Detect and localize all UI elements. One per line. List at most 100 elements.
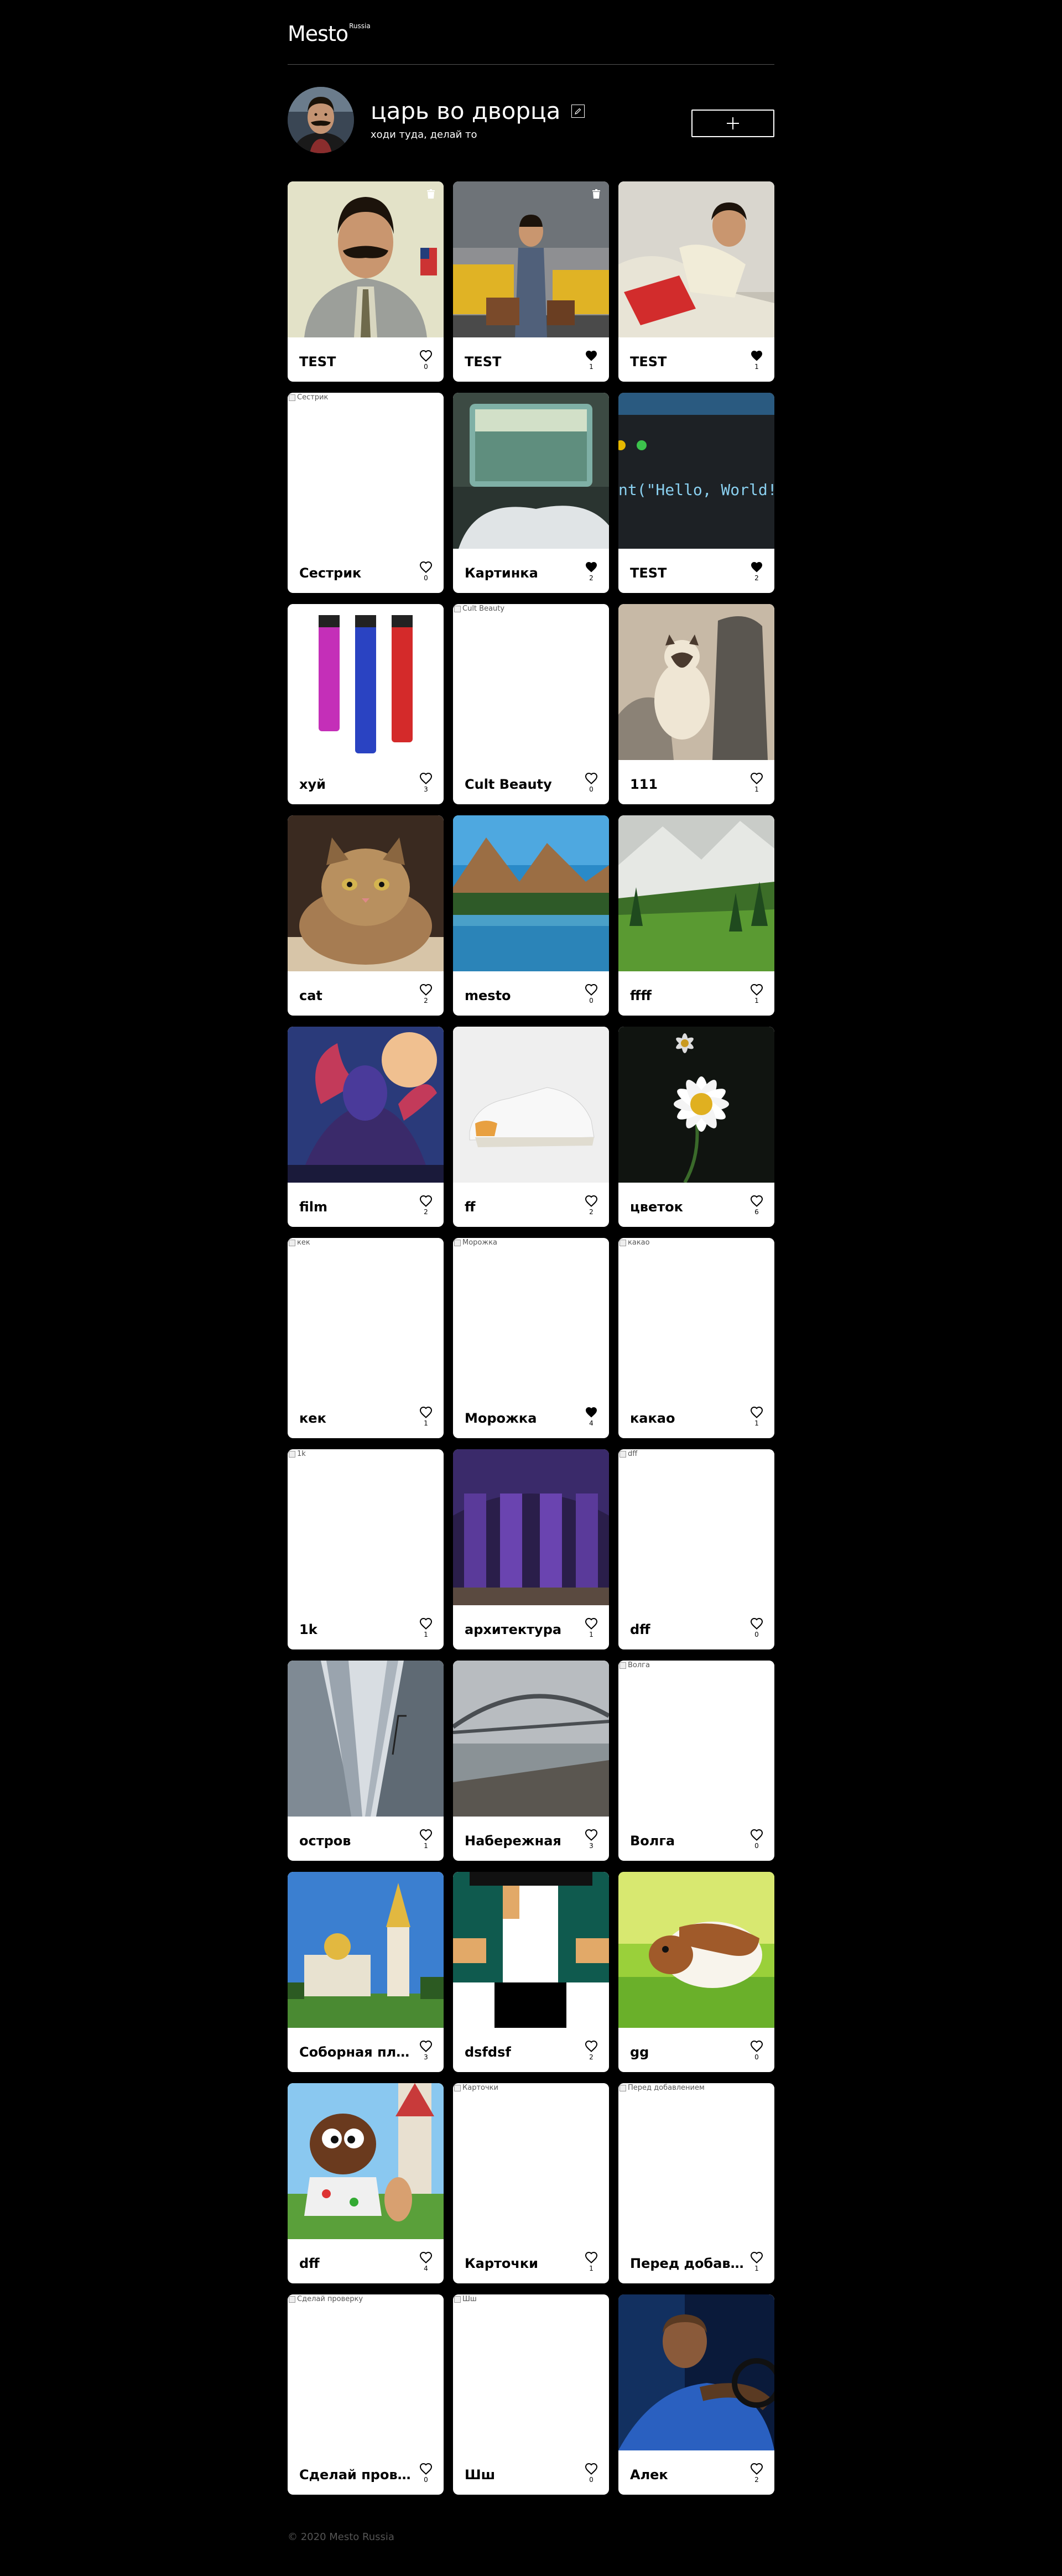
heart-icon[interactable] — [750, 1406, 763, 1418]
heart-icon[interactable] — [585, 1617, 598, 1630]
like-button[interactable] — [585, 2040, 598, 2052]
heart-icon[interactable] — [585, 2251, 598, 2263]
heart-icon[interactable] — [750, 1617, 763, 1630]
card-image[interactable] — [288, 815, 444, 971]
heart-icon[interactable] — [419, 1617, 433, 1630]
card-image[interactable] — [453, 1661, 609, 1817]
like-button[interactable] — [750, 350, 763, 362]
heart-icon[interactable] — [419, 772, 433, 784]
heart-icon[interactable] — [750, 772, 763, 784]
like-button[interactable] — [750, 2040, 763, 2052]
card-image[interactable] — [618, 1027, 774, 1183]
card-image[interactable] — [453, 1449, 609, 1605]
card-image[interactable]: Морожка — [453, 1238, 609, 1394]
like-button[interactable] — [585, 350, 598, 362]
heart-icon[interactable] — [585, 2040, 598, 2052]
like-button[interactable] — [750, 1406, 763, 1418]
like-button[interactable] — [419, 2251, 433, 2263]
card-image[interactable]: Перед добавлением — [618, 2083, 774, 2239]
like-button[interactable] — [585, 1617, 598, 1630]
heart-icon[interactable] — [419, 983, 433, 996]
like-button[interactable] — [750, 772, 763, 784]
delete-card-button[interactable] — [426, 189, 436, 199]
card-image[interactable] — [618, 1872, 774, 2028]
like-button[interactable] — [419, 1406, 433, 1418]
heart-icon[interactable] — [419, 1829, 433, 1841]
card-image[interactable] — [618, 181, 774, 337]
card-image[interactable] — [453, 181, 609, 337]
like-button[interactable] — [585, 772, 598, 784]
like-button[interactable] — [585, 1406, 598, 1418]
card-image[interactable] — [453, 1872, 609, 2028]
like-button[interactable] — [750, 1829, 763, 1841]
heart-icon[interactable] — [750, 983, 763, 996]
heart-icon[interactable] — [419, 2463, 433, 2475]
card-image[interactable] — [288, 181, 444, 337]
card-image[interactable]: Шш — [453, 2294, 609, 2450]
like-button[interactable] — [585, 1829, 598, 1841]
heart-icon[interactable] — [750, 1195, 763, 1207]
card-image[interactable]: Cult Beauty — [453, 604, 609, 760]
like-button[interactable] — [419, 772, 433, 784]
like-button[interactable] — [750, 2251, 763, 2263]
heart-icon[interactable] — [750, 2463, 763, 2475]
like-button[interactable] — [585, 561, 598, 573]
heart-icon[interactable] — [750, 2251, 763, 2263]
card-image[interactable] — [453, 815, 609, 971]
like-button[interactable] — [419, 561, 433, 573]
heart-icon[interactable] — [419, 1195, 433, 1207]
heart-icon[interactable] — [419, 350, 433, 362]
card-image[interactable] — [288, 1027, 444, 1183]
card-image[interactable]: кек — [288, 1238, 444, 1394]
heart-icon[interactable] — [750, 561, 763, 573]
like-button[interactable] — [419, 2463, 433, 2475]
card-image[interactable] — [288, 1661, 444, 1817]
card-image[interactable] — [288, 1872, 444, 2028]
delete-card-button[interactable] — [591, 189, 601, 199]
like-button[interactable] — [419, 1617, 433, 1630]
card-image[interactable]: Сестрик — [288, 393, 444, 549]
heart-icon[interactable] — [585, 772, 598, 784]
add-card-button[interactable] — [691, 110, 774, 137]
like-button[interactable] — [419, 983, 433, 996]
card-image[interactable] — [618, 604, 774, 760]
heart-icon[interactable] — [419, 2251, 433, 2263]
like-button[interactable] — [419, 350, 433, 362]
heart-icon[interactable] — [750, 1829, 763, 1841]
like-button[interactable] — [750, 983, 763, 996]
like-button[interactable] — [585, 1195, 598, 1207]
card-image[interactable]: Волга — [618, 1661, 774, 1817]
logo[interactable]: Mesto Russia — [288, 22, 371, 44]
card-image[interactable] — [453, 1027, 609, 1183]
card-image[interactable]: Карточки — [453, 2083, 609, 2239]
like-button[interactable] — [585, 2251, 598, 2263]
card-image[interactable] — [618, 815, 774, 971]
like-button[interactable] — [750, 1195, 763, 1207]
edit-profile-button[interactable] — [571, 105, 585, 118]
card-image[interactable]: Сделай проверку — [288, 2294, 444, 2450]
like-button[interactable] — [750, 2463, 763, 2475]
card-image[interactable]: какао — [618, 1238, 774, 1394]
like-button[interactable] — [419, 1195, 433, 1207]
like-button[interactable] — [585, 2463, 598, 2475]
card-image[interactable] — [453, 393, 609, 549]
heart-icon[interactable] — [585, 1829, 598, 1841]
like-button[interactable] — [750, 1617, 763, 1630]
heart-icon[interactable] — [419, 2040, 433, 2052]
card-image[interactable] — [288, 604, 444, 760]
avatar[interactable] — [288, 87, 354, 153]
heart-icon[interactable] — [419, 1406, 433, 1418]
like-button[interactable] — [419, 2040, 433, 2052]
heart-icon[interactable] — [750, 350, 763, 362]
heart-icon[interactable] — [419, 561, 433, 573]
card-image[interactable] — [618, 2294, 774, 2450]
heart-icon[interactable] — [585, 1195, 598, 1207]
heart-icon[interactable] — [585, 983, 598, 996]
card-image[interactable]: 1k — [288, 1449, 444, 1605]
heart-icon[interactable] — [585, 1406, 598, 1418]
heart-icon[interactable] — [750, 2040, 763, 2052]
card-image[interactable]: dff — [618, 1449, 774, 1605]
like-button[interactable] — [750, 561, 763, 573]
heart-icon[interactable] — [585, 2463, 598, 2475]
card-image[interactable]: nt("Hello, World! — [618, 393, 774, 549]
